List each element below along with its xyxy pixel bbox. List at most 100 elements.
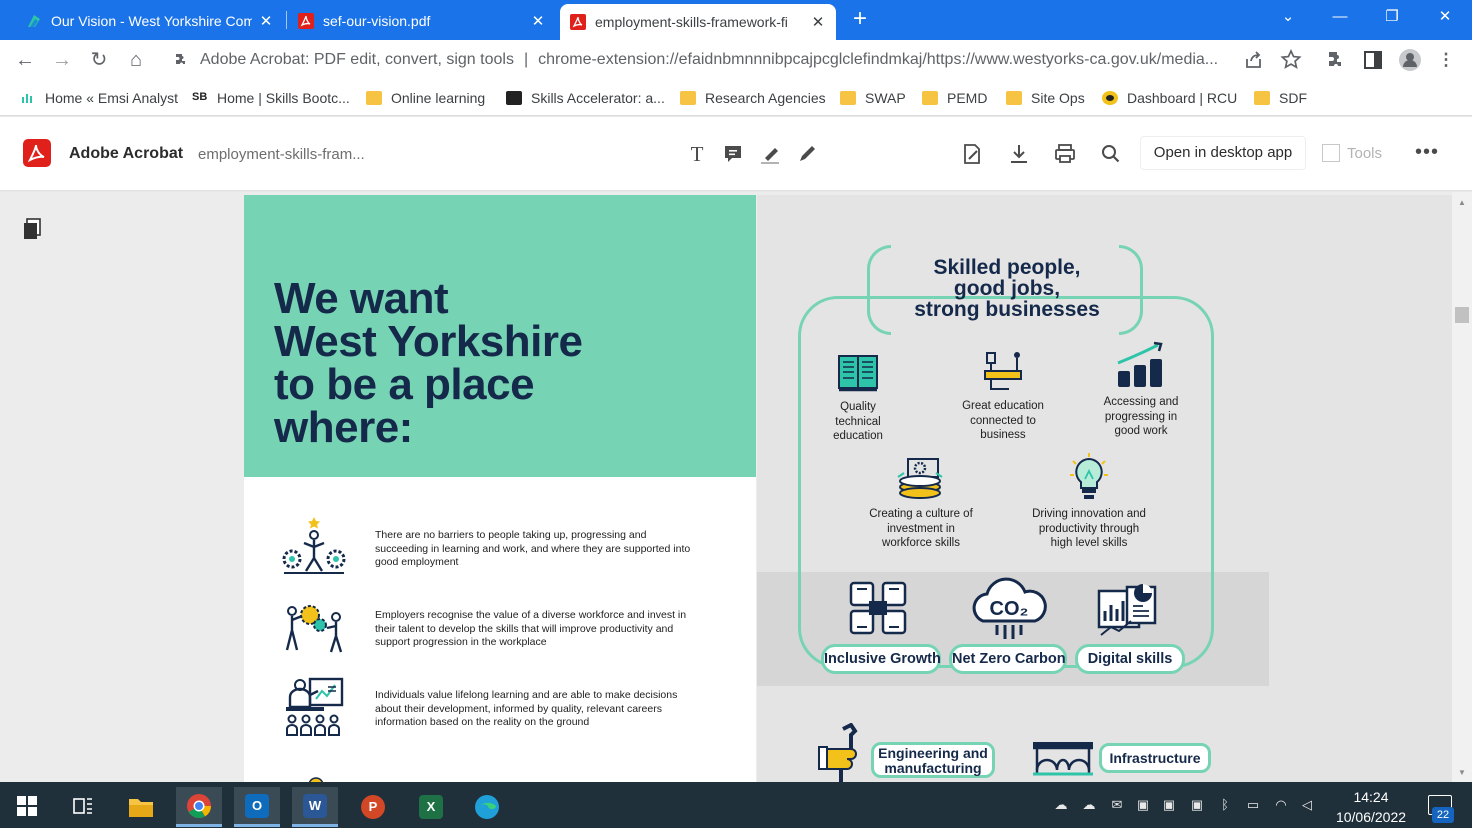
outlook-taskbar-button[interactable]: O [234, 787, 280, 827]
page-thumbnails-icon[interactable] [22, 218, 42, 240]
back-button[interactable]: ← [13, 49, 37, 71]
notification-count-badge: 22 [1432, 807, 1454, 823]
scrollbar-thumb[interactable] [1455, 307, 1469, 323]
pdf-favicon-icon [570, 14, 586, 30]
theme-inclusive-growth: Inclusive Growth [821, 644, 941, 674]
theme-net-zero-carbon: Net Zero Carbon [949, 644, 1067, 674]
bookmark-skills-bootcamp[interactable]: SB Home | Skills Bootc... [192, 87, 350, 109]
windows-start-icon[interactable] [17, 796, 37, 816]
bookmark-label: Home « Emsi Analyst [45, 90, 179, 106]
tab-title: Our Vision - West Yorkshire Com [51, 12, 252, 29]
file-explorer-taskbar-button[interactable] [118, 787, 164, 827]
close-tab-icon[interactable]: ✕ [810, 13, 826, 31]
close-tab-icon[interactable]: ✕ [258, 12, 274, 30]
co2-cloud-icon: CO₂ [972, 577, 1047, 639]
comment-icon[interactable] [720, 141, 746, 167]
tab-sef-our-vision[interactable]: sef-our-vision.pdf ✕ [288, 4, 556, 37]
tab-search-icon[interactable]: ⌄ [1268, 6, 1308, 30]
url-text[interactable]: chrome-extension://efaidnbmnnnibpcajpcgl… [538, 51, 1312, 69]
teams-tray-icon[interactable]: ▣ [1134, 797, 1152, 813]
sector-infrastructure: Infrastructure [1099, 743, 1211, 773]
new-tab-button[interactable]: + [848, 7, 872, 32]
bookmark-folder-swap[interactable]: SWAP [840, 87, 906, 109]
scroll-up-arrow-icon[interactable]: ▲ [1455, 198, 1469, 207]
tools-grid-icon [1322, 144, 1340, 162]
tools-button[interactable]: Tools [1322, 144, 1382, 162]
bookmark-star-icon[interactable] [1279, 48, 1303, 72]
home-button[interactable]: ⌂ [124, 49, 148, 71]
site-name: Adobe Acrobat: PDF edit, convert, sign t… [200, 51, 514, 68]
desktop: Our Vision - West Yorkshire Com ✕ sef-ou… [0, 0, 1472, 828]
restore-button[interactable]: ❐ [1372, 6, 1412, 30]
wifi-tray-icon[interactable]: ◠ [1272, 797, 1290, 813]
vertical-scrollbar[interactable] [1452, 192, 1472, 782]
excel-taskbar-button[interactable]: X [408, 787, 454, 827]
bookmark-folder-pemd[interactable]: PEMD [922, 87, 987, 109]
mail-tray-icon[interactable]: ✉ [1108, 797, 1126, 813]
highlight-icon[interactable] [757, 141, 783, 167]
close-window-button[interactable]: ✕ [1425, 6, 1465, 30]
pdf-viewer[interactable]: We want West Yorkshire to be a place whe… [0, 192, 1472, 782]
pencil-network-icon [984, 352, 1022, 390]
chrome-menu-icon[interactable]: ⋮ [1434, 48, 1458, 72]
close-tab-icon[interactable]: ✕ [530, 12, 546, 30]
pdf-page-left: We want West Yorkshire to be a place whe… [244, 195, 756, 782]
onedrive-tray-icon[interactable]: ☁ [1052, 797, 1070, 813]
bookmark-folder-site-ops[interactable]: Site Ops [1006, 87, 1085, 109]
reload-button[interactable]: ↻ [87, 49, 111, 71]
search-icon[interactable] [1098, 141, 1124, 167]
word-taskbar-button[interactable]: W [292, 787, 338, 827]
forward-button[interactable]: → [50, 49, 74, 71]
outlook-icon: O [245, 793, 269, 818]
coins-gear-icon [897, 458, 943, 499]
extensions-icon[interactable] [1324, 48, 1348, 72]
statement-item: Employers recognise the value of a diver… [274, 593, 744, 673]
fill-sign-icon[interactable] [959, 141, 985, 167]
emsi-icon [22, 94, 32, 103]
bookmark-dashboard-rcu[interactable]: Dashboard | RCU [1102, 87, 1237, 109]
statement-text: There are no barriers to people taking u… [375, 529, 691, 568]
address-separator: | [523, 51, 529, 68]
open-in-desktop-app-button[interactable]: Open in desktop app [1140, 136, 1306, 170]
bookmark-emsi-analyst[interactable]: Home « Emsi Analyst [20, 87, 178, 109]
security-tray-icon[interactable]: ▣ [1188, 797, 1206, 813]
tools-label: Tools [1347, 144, 1383, 162]
add-text-icon[interactable]: T [684, 141, 710, 167]
chrome-taskbar-button[interactable] [176, 787, 222, 827]
folder-icon [680, 91, 696, 105]
outlook-tray-icon[interactable]: ▣ [1160, 797, 1178, 813]
rcu-icon [1102, 91, 1118, 105]
draw-pencil-icon[interactable] [794, 141, 820, 167]
volume-tray-icon[interactable]: ◁ [1298, 797, 1316, 813]
bluetooth-tray-icon[interactable]: ᛒ [1216, 797, 1234, 813]
print-icon[interactable] [1052, 141, 1078, 167]
vision-item-innovation: Driving innovation and productivity thro… [1019, 451, 1159, 551]
tab-employment-skills-framework[interactable]: employment-skills-framework-fi ✕ [560, 4, 836, 40]
minimize-button[interactable]: — [1320, 6, 1360, 30]
document-filename[interactable]: employment-skills-fram... [198, 146, 365, 163]
bookmark-folder-research-agencies[interactable]: Research Agencies [680, 87, 826, 109]
powerpoint-icon: P [361, 795, 385, 819]
edge-taskbar-button[interactable] [464, 787, 510, 827]
address-bar[interactable]: Adobe Acrobat: PDF edit, convert, sign t… [160, 45, 1312, 75]
vision-item-quality-education: Quality technical education [813, 352, 903, 444]
more-options-icon[interactable]: ••• [1413, 141, 1441, 164]
bookmark-folder-sdf[interactable]: SDF [1254, 87, 1307, 109]
bookmark-skills-accelerator[interactable]: Skills Accelerator: a... [506, 87, 665, 109]
profile-avatar-icon[interactable] [1398, 48, 1422, 72]
share-icon[interactable] [1242, 48, 1266, 72]
tab-our-vision[interactable]: Our Vision - West Yorkshire Com ✕ [16, 4, 284, 37]
download-icon[interactable] [1006, 141, 1032, 167]
system-clock[interactable]: 14:24 10/06/2022 [1326, 787, 1416, 827]
cloud-sync-tray-icon[interactable]: ☁ [1080, 797, 1098, 813]
scroll-down-arrow-icon[interactable]: ▼ [1455, 768, 1469, 777]
folder-icon [922, 91, 938, 105]
side-panel-icon[interactable] [1361, 48, 1385, 72]
powerpoint-taskbar-button[interactable]: P [350, 787, 396, 827]
battery-tray-icon[interactable]: ▭ [1244, 797, 1262, 813]
task-view-icon[interactable] [73, 796, 93, 816]
folder-icon [1254, 91, 1270, 105]
digital-dashboard-icon [1097, 584, 1157, 636]
co2-label: CO₂ [990, 598, 1029, 620]
bookmark-folder-online-learning[interactable]: Online learning [366, 87, 485, 109]
